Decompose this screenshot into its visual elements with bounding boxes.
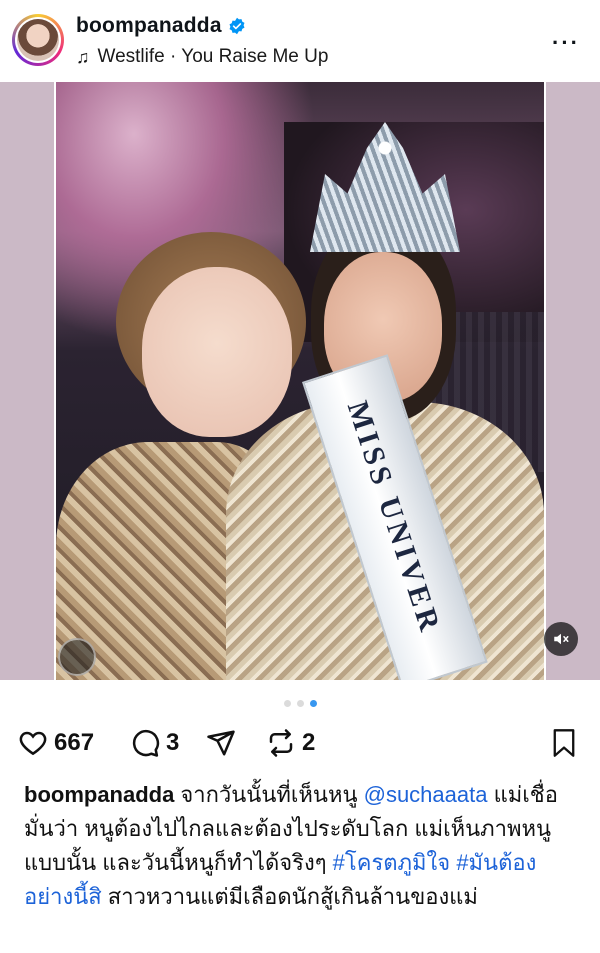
comment-count: 3 [166,729,180,756]
caption-text: จากวันนั้นที่เห็นหนู [180,782,358,807]
post-username[interactable]: boompanadda [76,14,222,38]
caption-username[interactable]: boompanadda [24,782,174,807]
caption-hashtag[interactable]: #โครตภูมิใจ [333,850,451,875]
post-username-row: boompanadda [76,14,246,38]
page-dot [283,700,291,707]
avatar-photo [17,19,59,61]
bookmark-icon [553,729,575,757]
carousel-pagination [0,700,600,707]
share-icon [207,730,235,756]
comment-button[interactable]: 3 [130,728,179,758]
post-header: boompanadda ♫ Westlife · You Raise Me Up… [0,0,600,80]
mute-button[interactable] [544,622,578,656]
music-note-icon: ♫ [76,46,90,67]
post-caption: boompanadda จากวันนั้นที่เห็นหนู @suchaaa… [24,778,580,914]
like-count: 667 [54,729,95,756]
like-button[interactable]: 667 [18,728,94,758]
share-button[interactable] [206,728,236,758]
save-button[interactable] [550,728,578,763]
left-person-face [142,267,292,437]
comment-icon [132,729,160,757]
repost-icon [269,729,293,757]
avatar-ring [15,17,61,63]
tagged-user-icon[interactable] [58,638,96,676]
repost-count: 2 [302,729,316,756]
music-attribution[interactable]: ♫ Westlife · You Raise Me Up [76,46,328,68]
heart-icon [19,731,47,756]
avatar[interactable] [12,14,64,66]
muted-speaker-icon [554,633,569,645]
post-photo: MISS UNIVER [56,82,544,680]
action-bar: 667 3 2 [0,722,600,764]
music-title: Westlife · You Raise Me Up [97,46,329,67]
verified-badge-icon [229,17,245,35]
post-media[interactable]: MISS UNIVER [0,82,600,680]
more-icon[interactable]: ··· [552,30,580,56]
page-dot-active [309,700,317,707]
page-dot [296,700,304,707]
caption-mention[interactable]: @suchaaata [364,782,488,807]
caption-text: สาวหวานแต่มีเลือดนักสู้เกินล้านของแม่ [107,884,478,909]
repost-button[interactable]: 2 [266,728,315,758]
